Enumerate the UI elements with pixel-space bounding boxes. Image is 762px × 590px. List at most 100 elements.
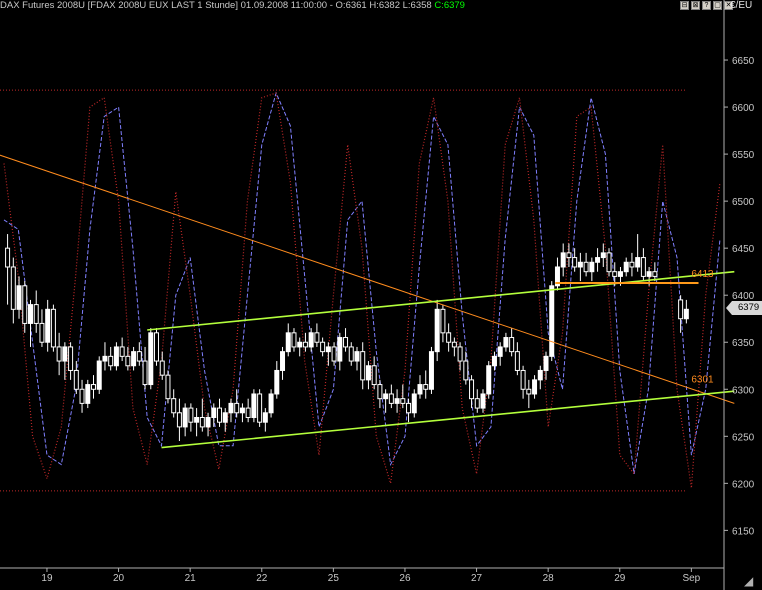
candle bbox=[583, 252, 589, 277]
candle-body bbox=[348, 346, 354, 362]
candle-body bbox=[440, 308, 446, 334]
candle bbox=[239, 403, 245, 423]
candle bbox=[113, 342, 119, 371]
candle bbox=[543, 351, 549, 380]
candle bbox=[291, 328, 297, 352]
candlesticks bbox=[5, 234, 689, 442]
candle-body bbox=[280, 351, 286, 371]
candle bbox=[348, 342, 354, 366]
candle-body bbox=[182, 407, 188, 428]
candle bbox=[486, 361, 492, 399]
candle-body bbox=[16, 285, 22, 310]
candle-body bbox=[423, 384, 429, 390]
time-tick-label: 25 bbox=[328, 573, 340, 584]
last-price-flag: 6379 bbox=[726, 301, 762, 315]
candle bbox=[297, 337, 303, 357]
candle bbox=[554, 257, 560, 291]
candle bbox=[188, 403, 194, 432]
price-axis: 6150620062506300635064006450650065506600… bbox=[723, 0, 755, 590]
time-tick-label: 20 bbox=[113, 573, 125, 584]
candle-body bbox=[228, 402, 234, 414]
candle-body bbox=[102, 355, 108, 362]
candle-body bbox=[285, 332, 291, 353]
candle bbox=[411, 389, 417, 418]
candle-body bbox=[417, 384, 423, 395]
candle bbox=[560, 243, 566, 277]
candle bbox=[50, 304, 56, 352]
candle-body bbox=[354, 351, 360, 362]
candle-body bbox=[474, 398, 480, 409]
candle bbox=[623, 257, 629, 277]
candle bbox=[280, 346, 286, 380]
candle bbox=[22, 281, 28, 333]
candle bbox=[629, 252, 635, 277]
candle-body bbox=[262, 412, 268, 423]
price-chart[interactable]: 64136301 6150620062506300635064006450650… bbox=[0, 0, 762, 590]
line-labels: 6413 6301 bbox=[691, 269, 714, 385]
candle-body bbox=[463, 360, 469, 381]
candle bbox=[572, 248, 578, 272]
stochastic-lines bbox=[3, 91, 721, 489]
candle bbox=[85, 379, 91, 409]
candle-body bbox=[62, 346, 68, 362]
candle-body bbox=[325, 346, 331, 353]
candle bbox=[268, 389, 274, 418]
candle-body bbox=[457, 346, 463, 362]
candle-body bbox=[600, 252, 606, 259]
candle bbox=[194, 408, 200, 437]
candle-body bbox=[320, 341, 326, 353]
candle bbox=[308, 328, 314, 352]
candle bbox=[537, 365, 543, 390]
candle bbox=[343, 328, 349, 352]
candle bbox=[469, 375, 475, 409]
candle-body bbox=[446, 332, 452, 343]
candle bbox=[417, 375, 423, 399]
candle bbox=[388, 384, 394, 409]
candle-body bbox=[251, 393, 257, 418]
time-tick-label: 22 bbox=[256, 573, 268, 584]
candle bbox=[285, 323, 291, 357]
candle-body bbox=[623, 261, 629, 273]
line-label: 6413 bbox=[691, 269, 714, 280]
price-tick-label: 6450 bbox=[732, 244, 755, 255]
candle-body bbox=[400, 398, 406, 404]
time-tick-label: 28 bbox=[543, 573, 555, 584]
time-tick-label: 21 bbox=[185, 573, 197, 584]
candle bbox=[182, 403, 188, 437]
candle-body bbox=[188, 407, 194, 423]
candle-body bbox=[239, 407, 245, 414]
time-tick-label: Sep bbox=[682, 573, 700, 584]
candle bbox=[365, 361, 371, 390]
candle-body bbox=[159, 360, 165, 376]
candle-body bbox=[291, 332, 297, 348]
candle bbox=[434, 299, 440, 362]
candle-body bbox=[96, 360, 102, 390]
resize-grip-icon[interactable]: ◢ bbox=[744, 574, 753, 588]
stoch-k-line bbox=[3, 92, 721, 489]
price-tick-label: 6500 bbox=[732, 197, 755, 208]
candle bbox=[383, 389, 389, 413]
candle bbox=[108, 346, 114, 371]
candle-body bbox=[434, 308, 440, 353]
candle-body bbox=[646, 271, 652, 277]
candle bbox=[635, 234, 641, 272]
candle-body bbox=[635, 257, 641, 268]
candle bbox=[595, 248, 601, 272]
candle-body bbox=[217, 407, 223, 423]
candle-body bbox=[33, 304, 39, 324]
candle bbox=[56, 332, 62, 376]
candle bbox=[68, 342, 74, 380]
candle bbox=[16, 276, 22, 319]
price-tick-label: 6550 bbox=[732, 150, 755, 161]
candle-body bbox=[365, 365, 371, 381]
candle-body bbox=[79, 388, 85, 404]
candle-body bbox=[566, 252, 572, 259]
candle bbox=[640, 248, 646, 282]
candle bbox=[497, 342, 503, 366]
candle-body bbox=[10, 266, 16, 310]
price-tick-label: 6650 bbox=[732, 56, 755, 67]
candle-body bbox=[211, 407, 217, 418]
candle bbox=[314, 323, 320, 347]
candle-body bbox=[589, 261, 595, 273]
candle-body bbox=[194, 416, 200, 423]
